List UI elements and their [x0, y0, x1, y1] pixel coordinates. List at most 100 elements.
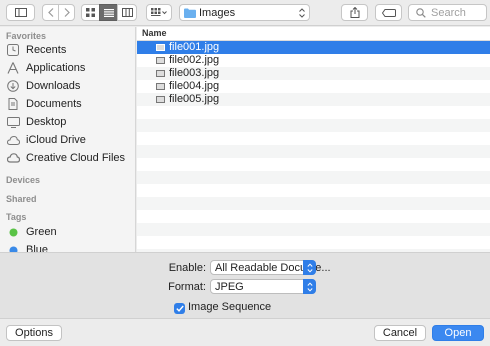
- chevron-right-icon: [64, 8, 70, 17]
- grid-icon: [86, 8, 95, 17]
- share-button[interactable]: [341, 4, 368, 21]
- updown-chevron-icon: [303, 260, 316, 275]
- sidebar-item-tag-green[interactable]: Green: [6, 224, 134, 240]
- tag-dot-icon: [6, 225, 20, 239]
- empty-row: [137, 236, 490, 249]
- file-row[interactable]: file005.jpg: [137, 93, 490, 106]
- empty-row: [137, 132, 490, 145]
- sidebar-toggle-button[interactable]: [6, 4, 35, 21]
- path-popup[interactable]: Images: [179, 4, 310, 21]
- sidebar-item-label: Desktop: [26, 116, 67, 128]
- list-view-button[interactable]: [99, 4, 118, 21]
- sidebar-item-label: iCloud Drive: [26, 134, 86, 146]
- empty-row: [137, 145, 490, 158]
- list-icon: [103, 8, 114, 17]
- image-file-icon: [156, 70, 165, 77]
- format-popup[interactable]: JPEG: [210, 279, 316, 294]
- options-button[interactable]: Options: [6, 325, 62, 341]
- empty-row: [137, 119, 490, 132]
- checkmark-icon: [175, 305, 184, 312]
- sidebar-toggle-icon: [14, 8, 27, 17]
- column-header-label: Name: [142, 28, 167, 38]
- icon-view-button[interactable]: [81, 4, 100, 21]
- enable-popup[interactable]: All Readable Docume...: [210, 260, 331, 275]
- file-name: file003.jpg: [169, 67, 220, 79]
- file-name: file004.jpg: [169, 80, 220, 92]
- format-value: JPEG: [215, 281, 244, 293]
- cloud-icon: [6, 133, 20, 147]
- sidebar-header-favorites: Favorites: [6, 31, 47, 41]
- tag-icon: [381, 8, 396, 17]
- sidebar-item-label: Blue: [26, 244, 49, 252]
- tag-dot-icon: [6, 243, 20, 252]
- sidebar-item-label: Documents: [26, 98, 82, 110]
- updown-chevron-icon: [303, 279, 316, 294]
- empty-row: [137, 158, 490, 171]
- search-icon: [416, 8, 426, 18]
- download-icon: [6, 79, 20, 93]
- empty-row: [137, 197, 490, 210]
- folder-icon: [184, 8, 196, 18]
- clock-icon: [6, 43, 20, 57]
- image-file-icon: [156, 96, 165, 103]
- enable-label: Enable:: [168, 262, 206, 274]
- cancel-button[interactable]: Cancel: [374, 325, 426, 341]
- sidebar-item-icloud-drive[interactable]: iCloud Drive: [6, 132, 134, 148]
- file-name: file001.jpg: [169, 41, 220, 53]
- file-name: file002.jpg: [169, 54, 220, 66]
- sidebar-item-label: Recents: [26, 44, 67, 56]
- empty-row: [137, 223, 490, 236]
- path-folder-label: Images: [199, 7, 236, 19]
- footer: Options Cancel Open: [0, 318, 490, 346]
- open-button[interactable]: Open: [432, 325, 484, 341]
- sidebar-item-applications[interactable]: Applications: [6, 60, 134, 76]
- document-icon: [6, 97, 20, 111]
- file-name: file005.jpg: [169, 93, 220, 105]
- sidebar-item-label: Applications: [26, 62, 86, 74]
- file-list: Name file001.jpg file002.jpg file003.jpg…: [137, 27, 490, 252]
- sidebar: Favorites Recents Applications Downloads…: [0, 27, 136, 252]
- empty-row: [137, 184, 490, 197]
- sidebar-item-label: Downloads: [26, 80, 81, 92]
- arrange-button[interactable]: [146, 4, 172, 21]
- empty-row: [137, 171, 490, 184]
- file-row[interactable]: file001.jpg: [137, 41, 490, 54]
- creative-cloud-icon: [6, 151, 20, 165]
- column-view-button[interactable]: [117, 4, 137, 21]
- search-placeholder: Search: [431, 7, 466, 19]
- sidebar-header-tags: Tags: [6, 212, 27, 222]
- file-row[interactable]: file002.jpg: [137, 54, 490, 67]
- file-row[interactable]: file003.jpg: [137, 67, 490, 80]
- image-file-icon: [156, 57, 165, 64]
- back-button[interactable]: [42, 4, 59, 21]
- sidebar-item-downloads[interactable]: Downloads: [6, 78, 134, 94]
- desktop-icon: [6, 115, 20, 129]
- format-label: Format:: [168, 281, 206, 293]
- search-input[interactable]: Search: [408, 4, 487, 21]
- sidebar-item-label: Creative Cloud Files: [26, 152, 126, 164]
- sidebar-item-creative-cloud-files[interactable]: Creative Cloud Files: [6, 150, 134, 166]
- image-file-icon: [156, 44, 165, 51]
- forward-button[interactable]: [58, 4, 75, 21]
- chevron-left-icon: [47, 8, 53, 17]
- updown-chevron-icon: [299, 8, 305, 18]
- tag-button[interactable]: [375, 4, 402, 21]
- file-row[interactable]: file004.jpg: [137, 80, 490, 93]
- sidebar-item-desktop[interactable]: Desktop: [6, 114, 134, 130]
- applications-icon: [6, 61, 20, 75]
- sidebar-header-devices: Devices: [6, 175, 41, 185]
- column-header-name[interactable]: Name: [137, 27, 490, 41]
- sidebar-item-documents[interactable]: Documents: [6, 96, 134, 112]
- image-file-icon: [156, 83, 165, 90]
- options-panel: Enable: All Readable Docume... Format: J…: [0, 252, 490, 318]
- sidebar-header-shared: Shared: [6, 194, 37, 204]
- sidebar-item-recents[interactable]: Recents: [6, 42, 134, 58]
- empty-row: [137, 210, 490, 223]
- image-sequence-label: Image Sequence: [188, 301, 272, 313]
- columns-icon: [121, 8, 133, 17]
- arrange-grid-icon: [151, 8, 167, 16]
- image-sequence-checkbox[interactable]: [174, 303, 185, 314]
- share-icon: [350, 7, 359, 18]
- empty-row: [137, 106, 490, 119]
- sidebar-item-tag-blue[interactable]: Blue: [6, 242, 134, 252]
